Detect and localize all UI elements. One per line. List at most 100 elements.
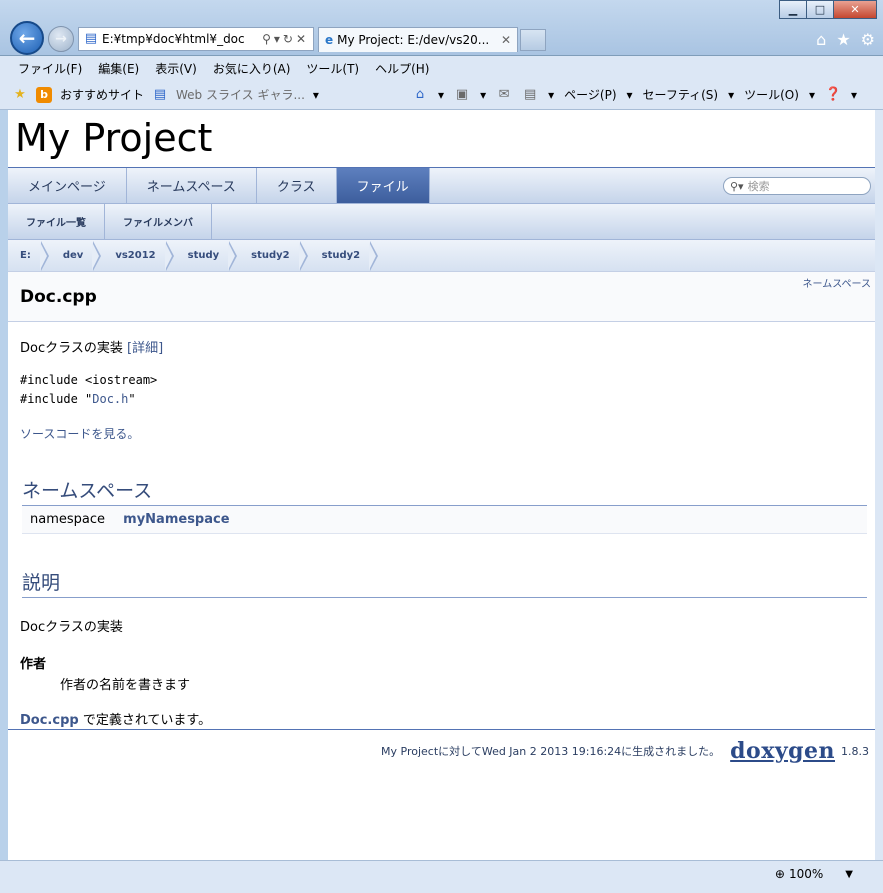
source-code-link-row: ソースコードを見る。 [20,425,865,442]
breadcrumb-separator-icon [298,240,310,271]
home-dropdown-icon[interactable]: ▾ [438,88,444,102]
suggested-sites-link[interactable]: おすすめサイト [60,86,144,103]
zoom-icon: ⊕ [774,867,785,881]
tab-main-page[interactable]: メインページ [8,168,127,203]
defined-in: Doc.cpp で定義されています。 [20,709,865,728]
tools-menu[interactable]: ツール(O) [744,86,799,103]
footer: My Projectに対してWed Jan 2 2013 19:16:24に生成… [8,729,877,789]
favorites-bar: ★ b おすすめサイト ▤ Web スライス ギャラ... ▾ ⌂ ▾ ▣ ▾ ✉ … [0,80,883,110]
menu-file[interactable]: ファイル(F) [18,60,82,77]
breadcrumb-item[interactable]: E: [8,240,51,271]
home-icon[interactable]: ⌂ [816,30,826,49]
page-dropdown-icon[interactable]: ▾ [627,88,633,102]
tab-files[interactable]: ファイル [336,168,430,203]
back-button[interactable]: ← [10,21,44,55]
breadcrumb-label[interactable]: E: [20,250,31,261]
web-slice-link[interactable]: Web スライス ギャラ... [176,86,305,103]
include-list: #include <iostream> #include "Doc.h" [20,371,865,409]
forward-button[interactable]: → [48,26,74,52]
breadcrumb-separator-icon [164,240,176,271]
description-heading: 説明 [22,568,867,598]
feeds-dropdown-icon[interactable]: ▾ [480,88,486,102]
namespaces-summary-link[interactable]: ネームスペース [803,275,872,290]
safety-menu[interactable]: セーフティ(S) [643,86,719,103]
include-iostream: #include <iostream> [20,373,158,387]
address-bar[interactable]: ▤ E:¥tmp¥doc¥html¥_doc ⚲▾↻✕ [78,27,314,51]
tab-title: My Project: E:/dev/vs20... [337,33,490,47]
search-box[interactable]: ⚲▾ 検索 [723,177,871,195]
zoom-dropdown-icon[interactable]: ▼ [845,869,853,880]
favorites-add-icon[interactable]: ★ [12,87,28,103]
brief-description: Docクラスの実装 [詳細] [20,337,865,356]
menu-tools[interactable]: ツール(T) [306,60,359,77]
browser-tab-active[interactable]: e My Project: E:/dev/vs20... ✕ [318,27,518,52]
breadcrumb-label[interactable]: study2 [322,250,361,261]
page-icon: ▤ [84,31,98,46]
minimize-button[interactable]: ▁ [779,0,807,19]
maximize-button[interactable]: □ [806,0,834,19]
home-cmd-icon[interactable]: ⌂ [412,87,428,103]
safety-dropdown-icon[interactable]: ▾ [728,88,734,102]
suggested-sites-icon: b [36,86,52,103]
tab-file-members[interactable]: ファイルメンバ [105,204,212,239]
address-tools-icon[interactable]: ⚲▾↻✕ [262,32,313,46]
breadcrumb-item[interactable]: study2 [310,240,381,271]
address-text[interactable]: E:¥tmp¥doc¥html¥_doc [102,32,262,46]
zoom-level: 100% [788,867,824,881]
main-nav-tabs: メインページ ネームスペース クラス ファイル ⚲▾ 検索 [8,168,877,204]
tab-file-list[interactable]: ファイル一覧 [8,204,105,239]
include-prefix: #include " [20,392,93,406]
web-slice-dropdown-icon[interactable]: ▾ [313,88,319,102]
author-value: 作者の名前を書きます [60,678,191,693]
zoom-control[interactable]: ⊕ 100% ▼ [775,867,853,881]
tools-dropdown-icon[interactable]: ▾ [809,88,815,102]
page-content: Docクラスの実装 [詳細] #include <iostream> #incl… [8,337,877,728]
browser-right-icons: ⌂ ★ ⚙ [816,30,875,49]
page-scrollbar-track [875,110,883,860]
print-icon[interactable]: ▤ [522,87,538,103]
web-slice-icon: ▤ [153,86,167,102]
footer-text: My Projectに対してWed Jan 2 2013 19:16:24に生成… [381,745,721,758]
menu-help[interactable]: ヘルプ(H) [375,60,429,77]
print-dropdown-icon[interactable]: ▾ [548,88,554,102]
doc-h-link[interactable]: Doc.h [92,392,128,406]
close-button[interactable]: ✕ [833,0,877,19]
project-title: My Project [8,110,877,168]
tab-classes[interactable]: クラス [257,168,337,203]
breadcrumb-item[interactable]: study [176,240,240,271]
help-dropdown-icon[interactable]: ▾ [851,88,857,102]
mail-icon[interactable]: ✉ [496,87,512,103]
namespace-keyword: namespace [30,512,106,527]
tab-namespaces[interactable]: ネームスペース [127,168,257,203]
favorites-star-icon[interactable]: ★ [836,30,850,49]
settings-gear-icon[interactable]: ⚙ [861,30,875,49]
source-code-link[interactable]: ソースコードを見る。 [20,427,139,441]
breadcrumb-label[interactable]: dev [63,250,83,261]
breadcrumb-label[interactable]: study2 [251,250,290,261]
breadcrumb-item[interactable]: dev [51,240,103,271]
breadcrumb-label[interactable]: vs2012 [115,250,155,261]
ie-icon: e [325,33,334,47]
defined-in-file-link[interactable]: Doc.cpp [20,713,79,728]
breadcrumb: E: dev vs2012 study study2 study2 [8,240,877,272]
defined-in-text: で定義されています。 [78,713,212,728]
breadcrumb-item[interactable]: study2 [239,240,310,271]
doxygen-logo[interactable]: doxygen [730,738,835,764]
breadcrumb-label[interactable]: study [188,250,220,261]
page-menu[interactable]: ページ(P) [564,86,616,103]
new-tab-button[interactable] [520,29,546,51]
page-viewport: My Project メインページ ネームスペース クラス ファイル ⚲▾ 検索… [8,110,877,860]
tab-close-icon[interactable]: ✕ [501,33,517,47]
namespace-link[interactable]: myNamespace [123,512,229,527]
breadcrumb-item[interactable]: vs2012 [103,240,176,271]
menu-favorites[interactable]: お気に入り(A) [213,60,291,77]
menu-edit[interactable]: 編集(E) [98,60,139,77]
include-doc-h: #include "Doc.h" [20,390,865,409]
details-link[interactable]: [詳細] [127,341,163,356]
author-label: 作者 [20,657,47,672]
menu-view[interactable]: 表示(V) [155,60,197,77]
namespace-row: namespace myNamespace [22,506,867,534]
page-title: Doc.cpp [20,287,97,307]
feeds-icon[interactable]: ▣ [454,87,470,103]
help-icon[interactable]: ❓ [825,87,841,103]
